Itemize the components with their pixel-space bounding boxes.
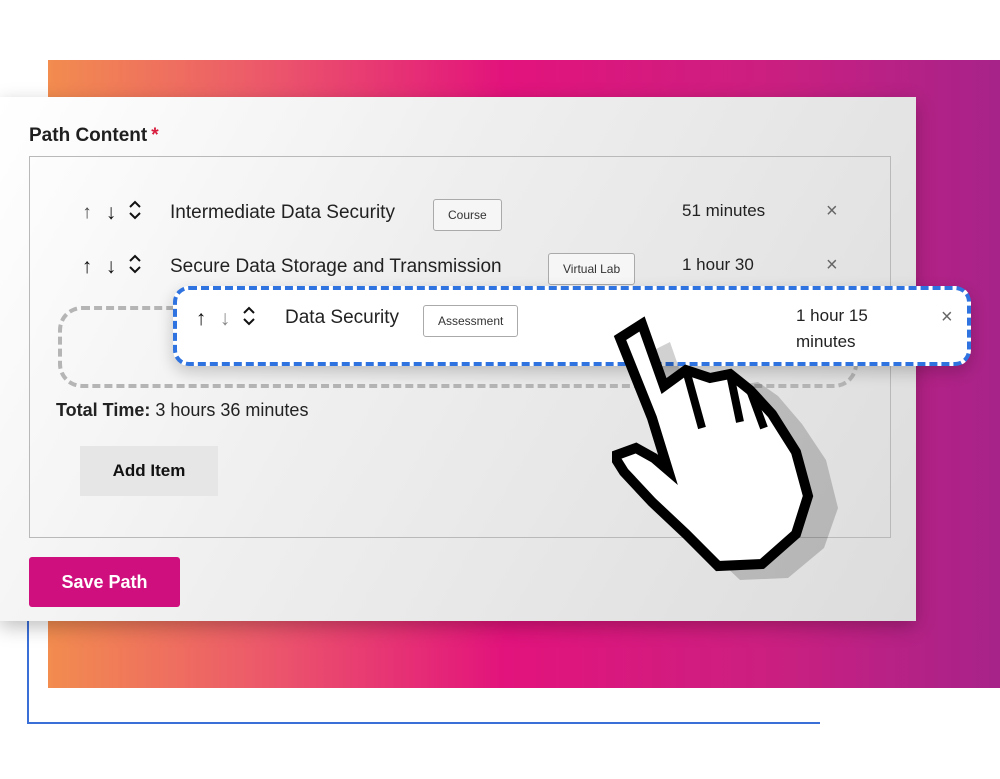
section-title-text: Path Content bbox=[29, 125, 148, 146]
dragging-item-controls[interactable]: ↑ ↓ bbox=[192, 300, 258, 336]
decorative-line bbox=[27, 612, 29, 724]
hand-pointer-cursor-icon bbox=[606, 312, 872, 587]
total-time-label: Total Time: bbox=[56, 400, 151, 420]
list-item[interactable]: ↑ ↓ bbox=[78, 248, 144, 284]
total-time: Total Time: 3 hours 36 minutes bbox=[56, 400, 308, 421]
arrow-up-icon[interactable]: ↑ bbox=[78, 256, 96, 277]
item-title: Intermediate Data Security bbox=[170, 202, 395, 223]
arrow-up-icon[interactable]: ↑ bbox=[78, 203, 96, 222]
arrow-up-icon[interactable]: ↑ bbox=[192, 308, 210, 329]
item-type-badge: Virtual Lab bbox=[548, 253, 636, 285]
item-type-badge: Course bbox=[433, 199, 502, 231]
item-type-badge: Assessment bbox=[423, 305, 519, 337]
save-path-button[interactable]: Save Path bbox=[29, 557, 180, 607]
close-icon[interactable]: × bbox=[941, 306, 953, 329]
move-handle-icon[interactable] bbox=[126, 254, 144, 278]
item-duration: 51 minutes bbox=[682, 201, 766, 220]
move-handle-icon[interactable] bbox=[126, 200, 144, 224]
item-title: Secure Data Storage and Transmission bbox=[170, 256, 502, 277]
add-item-button[interactable]: Add Item bbox=[80, 446, 218, 496]
section-title: Path Content * bbox=[29, 125, 159, 147]
total-time-value: 3 hours 36 minutes bbox=[155, 400, 309, 420]
item-duration: 1 hour 30 bbox=[682, 255, 754, 274]
close-icon[interactable]: × bbox=[826, 254, 838, 277]
arrow-down-icon[interactable]: ↓ bbox=[216, 308, 234, 329]
close-icon[interactable]: × bbox=[826, 200, 838, 223]
item-title: Data Security bbox=[285, 307, 400, 328]
move-handle-icon[interactable] bbox=[240, 306, 258, 330]
required-mark: * bbox=[151, 125, 159, 146]
arrow-down-icon[interactable]: ↓ bbox=[102, 202, 120, 223]
arrow-down-icon[interactable]: ↓ bbox=[102, 256, 120, 277]
decorative-line bbox=[27, 722, 820, 724]
list-item[interactable]: ↑ ↓ bbox=[78, 194, 144, 230]
